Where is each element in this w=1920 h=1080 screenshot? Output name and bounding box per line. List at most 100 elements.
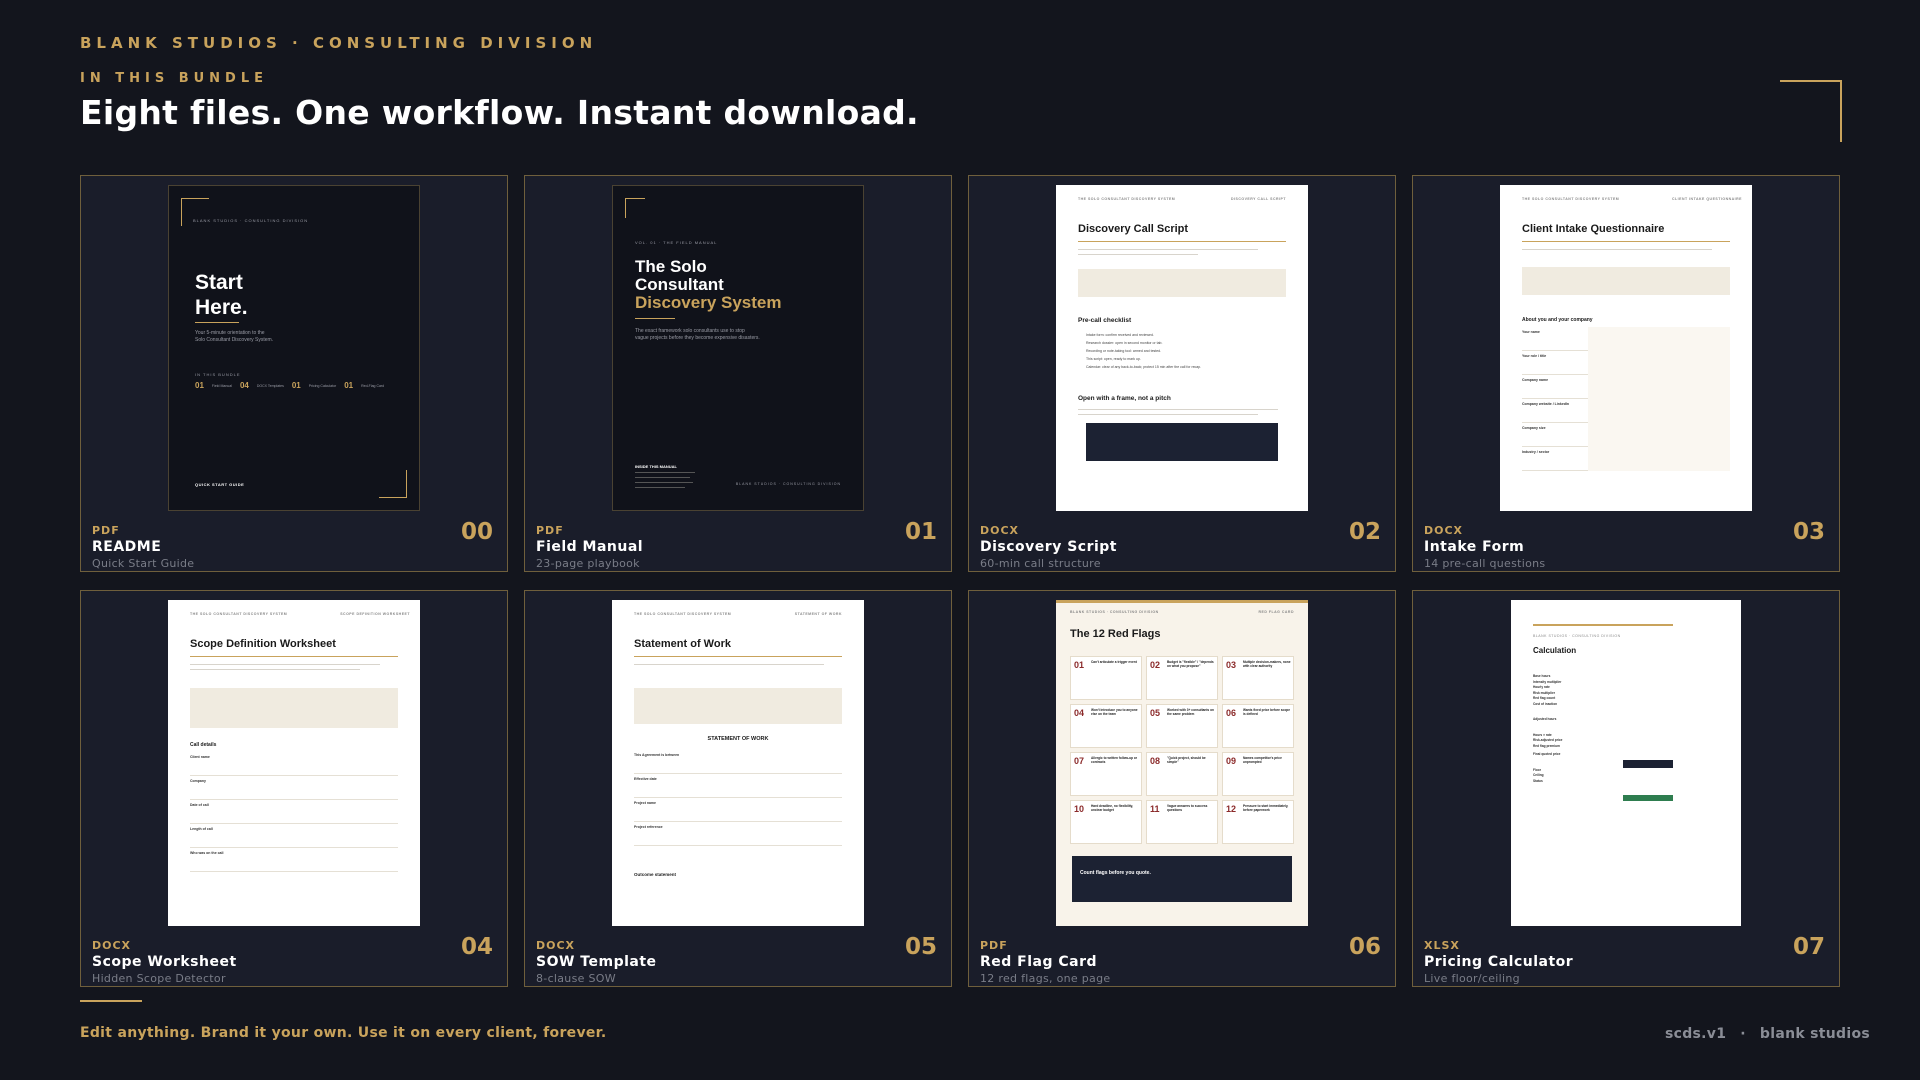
- version-label: scds.v1: [1665, 1026, 1727, 1042]
- flag-cell: 04 Won't introduce you to anyone else on …: [1070, 704, 1142, 748]
- file-card-discovery-script[interactable]: THE SOLO CONSULTANT DISCOVERY SYSTEM DIS…: [968, 175, 1396, 572]
- file-card-readme[interactable]: BLANK STUDIOS · CONSULTING DIVISION Star…: [80, 175, 508, 572]
- file-description: 8-clause SOW: [536, 972, 616, 985]
- separator: ·: [1740, 1026, 1746, 1042]
- file-description: 60-min call structure: [980, 557, 1101, 570]
- file-type: DOCX: [92, 939, 132, 952]
- readme-thumbnail: BLANK STUDIOS · CONSULTING DIVISION Star…: [168, 185, 420, 511]
- file-number: 03: [1792, 519, 1825, 545]
- file-description: 14 pre-call questions: [1424, 557, 1546, 570]
- sow-title: Statement of Work: [634, 638, 731, 650]
- file-name: Red Flag Card: [980, 954, 1098, 970]
- bundle-file-grid: BLANK STUDIOS · CONSULTING DIVISION Star…: [80, 175, 1840, 987]
- file-card-intake-form[interactable]: THE SOLO CONSULTANT DISCOVERY SYSTEM CLI…: [1412, 175, 1840, 572]
- file-name: Pricing Calculator: [1424, 954, 1574, 970]
- scope-heading: Call details: [190, 742, 217, 748]
- file-type: DOCX: [1424, 524, 1464, 537]
- file-number: 01: [904, 519, 937, 545]
- file-number: 07: [1792, 934, 1825, 960]
- file-number: 04: [460, 934, 493, 960]
- file-card-red-flag-card[interactable]: BLANK STUDIOS · CONSULTING DIVISION RED …: [968, 590, 1396, 987]
- file-name: Scope Worksheet: [92, 954, 237, 970]
- discovery-script-thumbnail: THE SOLO CONSULTANT DISCOVERY SYSTEM DIS…: [1056, 185, 1308, 511]
- script-heading-1: Pre-call checklist: [1078, 317, 1132, 324]
- file-description: Hidden Scope Detector: [92, 972, 226, 985]
- file-number: 05: [904, 934, 937, 960]
- file-card-field-manual[interactable]: VOL. 01 · THE FIELD MANUAL The Solo Cons…: [524, 175, 952, 572]
- flag-cell: 07 Allergic to written follow-up or contr…: [1070, 752, 1142, 796]
- sow-template-thumbnail: THE SOLO CONSULTANT DISCOVERY SYSTEM STA…: [612, 600, 864, 926]
- file-description: Live floor/ceiling: [1424, 972, 1520, 985]
- redflag-count-title: Count flags before you quote.: [1080, 870, 1151, 876]
- file-card-scope-worksheet[interactable]: THE SOLO CONSULTANT DISCOVERY SYSTEM SCO…: [80, 590, 508, 987]
- scope-worksheet-thumbnail: THE SOLO CONSULTANT DISCOVERY SYSTEM SCO…: [168, 600, 420, 926]
- file-number: 06: [1348, 934, 1381, 960]
- file-type: DOCX: [536, 939, 576, 952]
- manual-inside-label: INSIDE THIS MANUAL: [635, 464, 677, 469]
- red-flag-card-thumbnail: BLANK STUDIOS · CONSULTING DIVISION RED …: [1056, 600, 1308, 926]
- file-description: Quick Start Guide: [92, 557, 195, 570]
- intake-heading: About you and your company: [1522, 317, 1593, 323]
- intake-title: Client Intake Questionnaire: [1522, 223, 1665, 235]
- flag-cell: 09 Names competitor's price unprompted: [1222, 752, 1294, 796]
- manual-vol: VOL. 01 · THE FIELD MANUAL: [635, 240, 718, 245]
- file-name: Field Manual: [536, 539, 644, 555]
- flag-cell: 02 Budget is "flexible" / "depends on wha…: [1146, 656, 1218, 700]
- file-description: 12 red flags, one page: [980, 972, 1111, 985]
- flag-cell: 05 Worked with 3+ consultants on the same…: [1146, 704, 1218, 748]
- file-type: PDF: [536, 524, 564, 537]
- manual-sub1: The exact framework solo consultants use…: [635, 328, 745, 334]
- flag-cell: 08 "Quick project, should be simple": [1146, 752, 1218, 796]
- file-type: DOCX: [980, 524, 1020, 537]
- file-number: 00: [460, 519, 493, 545]
- file-card-sow-template[interactable]: THE SOLO CONSULTANT DISCOVERY SYSTEM STA…: [524, 590, 952, 987]
- readme-bundle-label: IN THIS BUNDLE: [195, 372, 241, 377]
- readme-title-line1: Start: [195, 271, 243, 294]
- readme-bundle-items: 01 Field Manual 04 DOCX Templates 01 Pricin…: [195, 381, 385, 390]
- file-name: README: [92, 539, 162, 555]
- file-description: 23-page playbook: [536, 557, 640, 570]
- readme-title-line2: Here.: [195, 296, 248, 319]
- script-heading-2: Open with a frame, not a pitch: [1078, 395, 1171, 402]
- flag-cell: 03 Multiple decision-makers, none with cl…: [1222, 656, 1294, 700]
- file-type: XLSX: [1424, 939, 1460, 952]
- file-number: 02: [1348, 519, 1381, 545]
- file-type: PDF: [980, 939, 1008, 952]
- readme-sub2: Solo Consultant Discovery System.: [195, 337, 274, 343]
- redflag-title: The 12 Red Flags: [1070, 628, 1161, 640]
- brand-eyebrow: BLANK STUDIOS · CONSULTING DIVISION: [80, 34, 598, 52]
- file-card-pricing-calculator[interactable]: BLANK STUDIOS · CONSULTING DIVISION Calc…: [1412, 590, 1840, 987]
- page-title: Eight files. One workflow. Instant downl…: [80, 93, 919, 132]
- footer-accent-rule: [80, 1000, 142, 1002]
- footer-meta: scds.v1 · blank studios: [1665, 1026, 1870, 1042]
- readme-brand: BLANK STUDIOS · CONSULTING DIVISION: [193, 218, 309, 223]
- manual-sub2: vague projects before they become expens…: [635, 335, 760, 341]
- pricing-title: Calculation: [1533, 646, 1577, 655]
- scope-title: Scope Definition Worksheet: [190, 638, 336, 650]
- pricing-calculator-thumbnail: BLANK STUDIOS · CONSULTING DIVISION Calc…: [1511, 600, 1741, 926]
- footer-tagline: Edit anything. Brand it your own. Use it…: [80, 1025, 607, 1041]
- flag-cell: 12 Pressure to start immediately, before …: [1222, 800, 1294, 844]
- file-name: Discovery Script: [980, 539, 1117, 555]
- field-manual-thumbnail: VOL. 01 · THE FIELD MANUAL The Solo Cons…: [612, 185, 864, 511]
- flag-cell: 06 Wants fixed price before scope is defi…: [1222, 704, 1294, 748]
- sow-outcome: Outcome statement: [634, 872, 677, 877]
- flag-cell: 10 Hard deadline, no flexibility, unclear…: [1070, 800, 1142, 844]
- red-flag-grid: 01 Can't articulate a trigger event 02 Bud…: [1070, 656, 1294, 844]
- sow-heading: STATEMENT OF WORK: [707, 736, 769, 742]
- readme-guide-label: QUICK START GUIDE: [195, 482, 245, 487]
- flag-cell: 11 Vague answers to success questions: [1146, 800, 1218, 844]
- manual-title-3: Discovery System: [635, 293, 782, 312]
- studio-label: blank studios: [1759, 1026, 1870, 1042]
- file-name: SOW Template: [536, 954, 657, 970]
- manual-brand: BLANK STUDIOS · CONSULTING DIVISION: [735, 482, 841, 486]
- manual-title-2: Consultant: [635, 275, 724, 294]
- file-name: Intake Form: [1424, 539, 1525, 555]
- file-type: PDF: [92, 524, 120, 537]
- flag-cell: 01 Can't articulate a trigger event: [1070, 656, 1142, 700]
- intake-form-thumbnail: THE SOLO CONSULTANT DISCOVERY SYSTEM CLI…: [1500, 185, 1752, 511]
- corner-bracket-decoration: [1780, 80, 1842, 142]
- readme-sub1: Your 5-minute orientation to the: [195, 330, 265, 336]
- section-label: IN THIS BUNDLE: [80, 71, 269, 86]
- script-title: Discovery Call Script: [1078, 223, 1189, 235]
